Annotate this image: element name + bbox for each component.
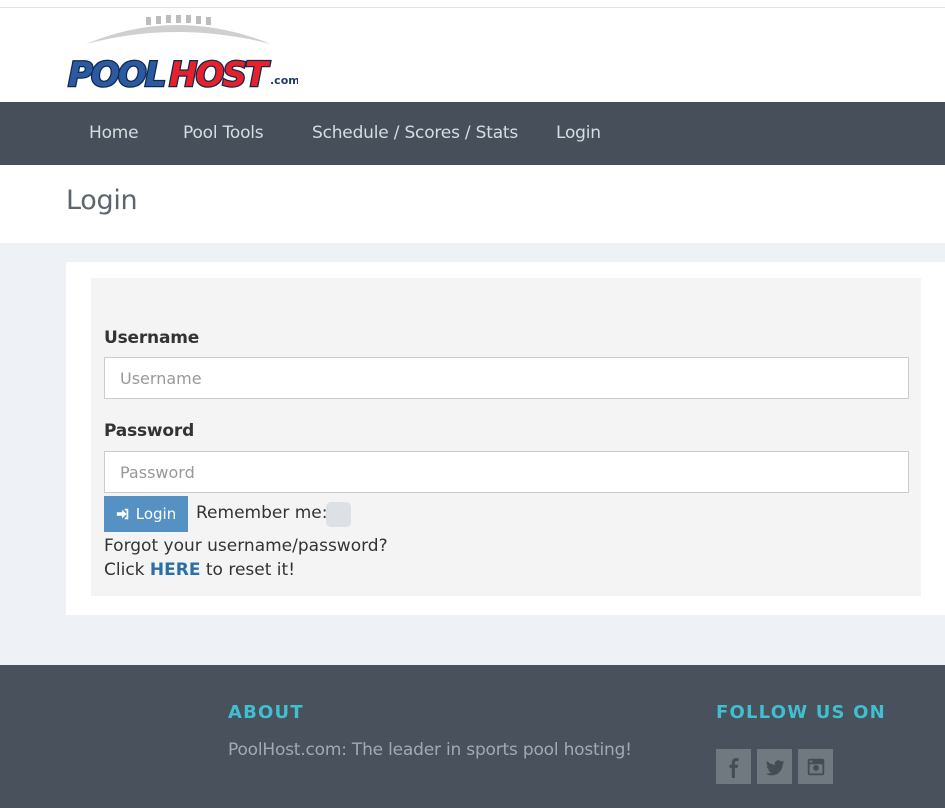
logo-text-com: .com — [270, 74, 298, 87]
login-form: Username Password Login Remember me: For… — [91, 278, 921, 596]
nav-schedule-scores-stats[interactable]: Schedule / Scores / Stats — [312, 102, 518, 165]
password-label: Password — [104, 421, 195, 441]
logo-graphic: POOL HOST .com — [67, 15, 300, 96]
twitter-icon — [765, 759, 785, 775]
facebook-link[interactable] — [716, 749, 751, 784]
poolhost-logo[interactable]: POOL HOST .com — [66, 14, 300, 96]
page-title: Login — [66, 185, 138, 216]
remember-me-checkbox[interactable] — [326, 502, 351, 527]
main-nav: Home Pool Tools Schedule / Scores / Stat… — [0, 102, 945, 165]
logo-text-host: HOST — [169, 55, 271, 95]
logo-text-pool: POOL — [68, 55, 165, 95]
login-button[interactable]: Login — [104, 496, 188, 532]
twitter-link[interactable] — [757, 749, 792, 784]
header: POOL HOST .com — [0, 8, 945, 102]
about-heading: ABOUT — [228, 702, 304, 723]
reset-here-link[interactable]: HERE — [150, 560, 201, 580]
instagram-icon — [807, 758, 824, 775]
reset-suffix: to reset it! — [200, 560, 296, 580]
about-text: PoolHost.com: The leader in sports pool … — [228, 740, 632, 760]
nav-home[interactable]: Home — [89, 102, 139, 165]
password-input[interactable] — [104, 451, 909, 493]
instagram-link[interactable] — [798, 749, 833, 784]
title-bar: Login — [0, 165, 945, 243]
facebook-icon — [728, 757, 739, 778]
sign-in-icon — [116, 508, 129, 520]
footer: ABOUT PoolHost.com: The leader in sports… — [0, 665, 945, 808]
reset-line: Click HERE to reset it! — [104, 560, 295, 580]
nav-login[interactable]: Login — [556, 102, 601, 165]
top-border — [0, 0, 945, 8]
follow-heading: FOLLOW US ON — [716, 702, 886, 723]
login-button-label: Login — [135, 505, 177, 523]
login-card: Username Password Login Remember me: For… — [66, 262, 945, 615]
username-label: Username — [104, 328, 200, 348]
remember-me-label: Remember me: — [196, 503, 328, 523]
forgot-credentials-text: Forgot your username/password? — [104, 536, 388, 556]
username-input[interactable] — [104, 357, 909, 399]
reset-prefix: Click — [104, 560, 150, 580]
nav-pool-tools[interactable]: Pool Tools — [183, 102, 264, 165]
